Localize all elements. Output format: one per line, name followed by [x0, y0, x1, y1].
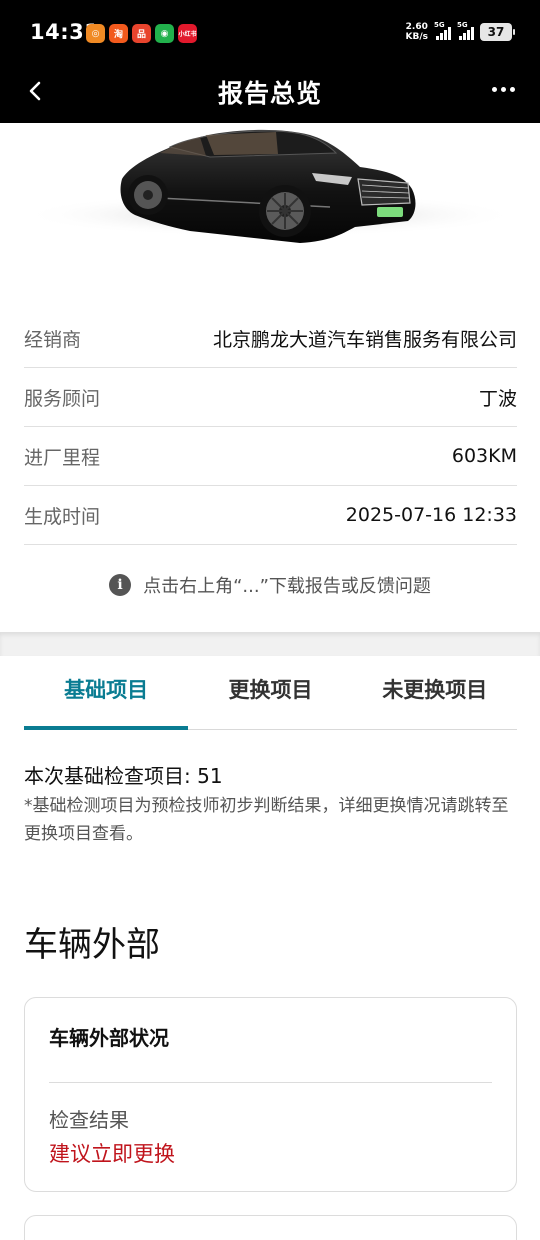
card-title: 车辆外部状况 [49, 1026, 169, 1050]
tab-bar: 基础项目 更换项目 未更换项目 [24, 656, 517, 730]
status-app-icons: ◎ 淘品 ◉ 小红书 [86, 24, 197, 43]
tip-text: 点击右上角“...”下载报告或反馈问题 [143, 576, 431, 597]
card-divider [49, 1082, 492, 1083]
network-speed-unit: KB/s [405, 32, 428, 42]
signal-label: 5G [457, 21, 468, 29]
network-speed-value: 2.60 [405, 22, 428, 32]
orange-app-icon: ◎ [86, 24, 105, 43]
tab-replaced-items[interactable]: 更换项目 [188, 656, 352, 729]
info-icon: i [109, 574, 132, 596]
result-label: 检查结果 [49, 1108, 129, 1132]
info-key: 经销商 [24, 328, 82, 351]
inspection-count: 本次基础检查项目: 51 [24, 764, 223, 788]
signal-label: 5G [434, 21, 445, 29]
car-image [0, 123, 540, 293]
report-info: 经销商 北京鹏龙大道汽车销售服务有限公司服务顾问 丁波进厂里程 603KM 生成时间 20… [24, 309, 517, 545]
xiaohongshu-icon: 小红书 [178, 24, 197, 43]
inspection-card[interactable]: 车辆外部状况 检查结果 建议立即更换 [24, 997, 517, 1192]
status-bar: 14:31 ◎ 淘品 ◉ 小红书 2.60 KB/s 5G 5G 37 [0, 0, 540, 66]
battery-level: 37 [487, 25, 505, 39]
section-divider [0, 632, 540, 656]
info-row: 服务顾问 丁波 [24, 368, 517, 427]
info-row: 经销商 北京鹏龙大道汽车销售服务有限公司 [24, 309, 517, 368]
inspection-card[interactable] [24, 1215, 517, 1240]
info-value: 丁波 [478, 387, 517, 410]
info-value: 603KM [451, 445, 517, 467]
taobao-icon: 淘 [109, 24, 128, 43]
result-value: 建议立即更换 [49, 1142, 175, 1166]
navbar: 报告总览 [0, 66, 540, 123]
status-indicators: 2.60 KB/s 5G 5G 37 [406, 21, 515, 42]
tab-basic-items[interactable]: 基础项目 [24, 656, 189, 730]
inspection-note: *基础检测项目为预检技师初步判断结果，详细更换情况请跳转至更换项目查看。 [24, 796, 509, 844]
signal-icon: 5G [457, 21, 474, 40]
network-speed: 2.60 KB/s [406, 22, 428, 42]
more-dots-icon[interactable] [488, 74, 518, 104]
info-value: 2025-07-16 12:33 [345, 504, 517, 526]
info-key: 生成时间 [24, 505, 101, 528]
info-value: 北京鹏龙大道汽车销售服务有限公司 [212, 328, 517, 351]
info-key: 进厂里程 [24, 446, 101, 469]
meituan-icon: 品 [132, 24, 151, 43]
tab-not-replaced-items[interactable]: 未更换项目 [353, 656, 517, 729]
info-row: 进厂里程 603KM [24, 427, 517, 486]
download-tip: i 点击右上角“...”下载报告或反馈问题 [0, 572, 540, 598]
battery-icon: 37 [480, 23, 515, 41]
wechat-icon: ◉ [155, 24, 174, 43]
signal-icon: 5G [434, 21, 451, 40]
page-title: 报告总览 [217, 79, 322, 108]
category-title: 车辆外部 [24, 925, 160, 965]
info-key: 服务顾问 [24, 387, 101, 410]
info-row: 生成时间 2025-07-16 12:33 [24, 486, 517, 545]
